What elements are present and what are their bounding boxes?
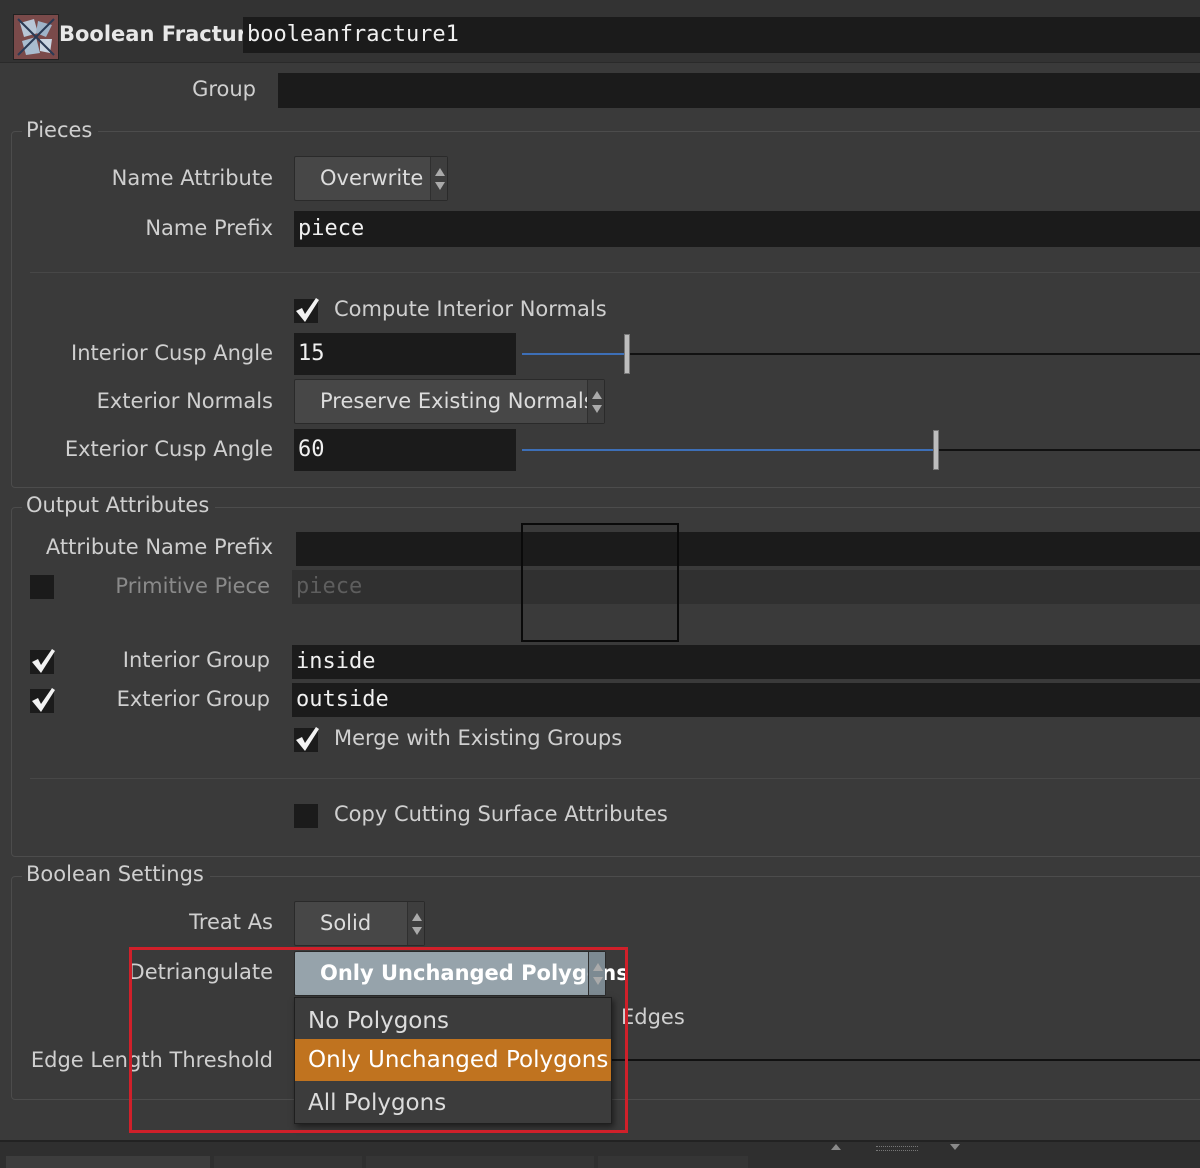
attribute-name-prefix-field[interactable] [296, 532, 1200, 566]
checkmark-icon [32, 649, 55, 673]
output-attributes-title[interactable]: Output Attributes [22, 493, 216, 517]
treat-as-value: Solid [320, 911, 372, 935]
name-attribute-menu[interactable]: Overwrite [294, 156, 448, 201]
copy-cutting-surface-label: Copy Cutting Surface Attributes [334, 802, 668, 826]
treat-as-menu[interactable]: Solid [294, 901, 425, 946]
copy-cutting-surface-checkbox[interactable] [294, 804, 318, 828]
exterior-normals-label: Exterior Normals [96, 389, 273, 413]
bottom-tab[interactable] [366, 1156, 594, 1168]
interior-cusp-angle-slider[interactable] [522, 334, 1200, 374]
interior-group-label: Interior Group [122, 648, 270, 672]
slider-handle[interactable] [624, 334, 630, 374]
fracture-icon [14, 15, 58, 59]
exterior-cusp-angle-label: Exterior Cusp Angle [64, 437, 273, 461]
bottom-tab[interactable] [598, 1156, 748, 1168]
bottom-tab[interactable] [6, 1156, 210, 1168]
bottom-tab[interactable] [214, 1156, 362, 1168]
menu-arrows-icon [407, 902, 424, 945]
slider-handle[interactable] [933, 430, 939, 470]
interior-cusp-angle-field[interactable]: 15 [294, 333, 516, 375]
slider-fill [522, 449, 934, 451]
name-attribute-value: Overwrite [320, 166, 424, 190]
exterior-group-checkbox[interactable] [30, 688, 55, 713]
hidden-row-tail: Edges [621, 1005, 685, 1029]
merge-existing-groups-checkbox[interactable] [294, 727, 319, 752]
primitive-piece-label: Primitive Piece [115, 574, 270, 598]
menu-arrows-icon [587, 380, 604, 423]
exterior-normals-menu[interactable]: Preserve Existing Normals [294, 379, 605, 424]
checkmark-icon [296, 298, 319, 322]
primitive-piece-checkbox[interactable] [30, 575, 54, 599]
group-label: Group [192, 77, 256, 101]
slider-fill [522, 353, 626, 355]
merge-existing-groups-label: Merge with Existing Groups [334, 726, 623, 750]
node-type-label: Boolean Fracture [59, 22, 262, 46]
checkmark-icon [32, 688, 55, 712]
bottom-bar [0, 1140, 1200, 1168]
name-prefix-field[interactable]: piece [294, 211, 1200, 247]
name-prefix-label: Name Prefix [145, 216, 273, 240]
checkmark-icon [296, 727, 319, 751]
interior-group-field[interactable]: inside [292, 645, 1200, 679]
scroll-down-icon[interactable] [950, 1144, 960, 1150]
exterior-cusp-angle-slider[interactable] [522, 430, 1200, 470]
exterior-normals-value: Preserve Existing Normals [320, 389, 595, 413]
pieces-title[interactable]: Pieces [22, 118, 99, 142]
edge-length-threshold-slider[interactable] [612, 1059, 1200, 1061]
compute-interior-normals-label: Compute Interior Normals [334, 297, 607, 321]
interior-cusp-angle-label: Interior Cusp Angle [71, 341, 273, 365]
node-name-field[interactable]: booleanfracture1 [243, 17, 1200, 53]
menu-arrows-icon [430, 157, 447, 200]
compute-interior-normals-checkbox[interactable] [294, 298, 319, 323]
name-attribute-label: Name Attribute [111, 166, 273, 190]
attribute-name-prefix-label: Attribute Name Prefix [45, 535, 273, 559]
output-separator [30, 778, 1200, 779]
node-icon[interactable] [13, 14, 59, 60]
exterior-group-label: Exterior Group [116, 687, 270, 711]
resize-grip-icon[interactable] [876, 1146, 918, 1151]
primitive-piece-field[interactable]: piece [292, 570, 1200, 604]
highlight-annotation [129, 947, 628, 1133]
interior-group-checkbox[interactable] [30, 649, 55, 674]
scroll-up-icon[interactable] [831, 1144, 841, 1150]
header-bar: Boolean Fracture booleanfracture1 [0, 0, 1200, 63]
pieces-separator [30, 272, 1200, 273]
annotation-box [521, 523, 679, 642]
exterior-group-field[interactable]: outside [292, 683, 1200, 717]
group-field[interactable] [278, 73, 1200, 108]
exterior-cusp-angle-field[interactable]: 60 [294, 429, 516, 471]
treat-as-label: Treat As [189, 910, 273, 934]
boolean-settings-title[interactable]: Boolean Settings [22, 862, 210, 886]
